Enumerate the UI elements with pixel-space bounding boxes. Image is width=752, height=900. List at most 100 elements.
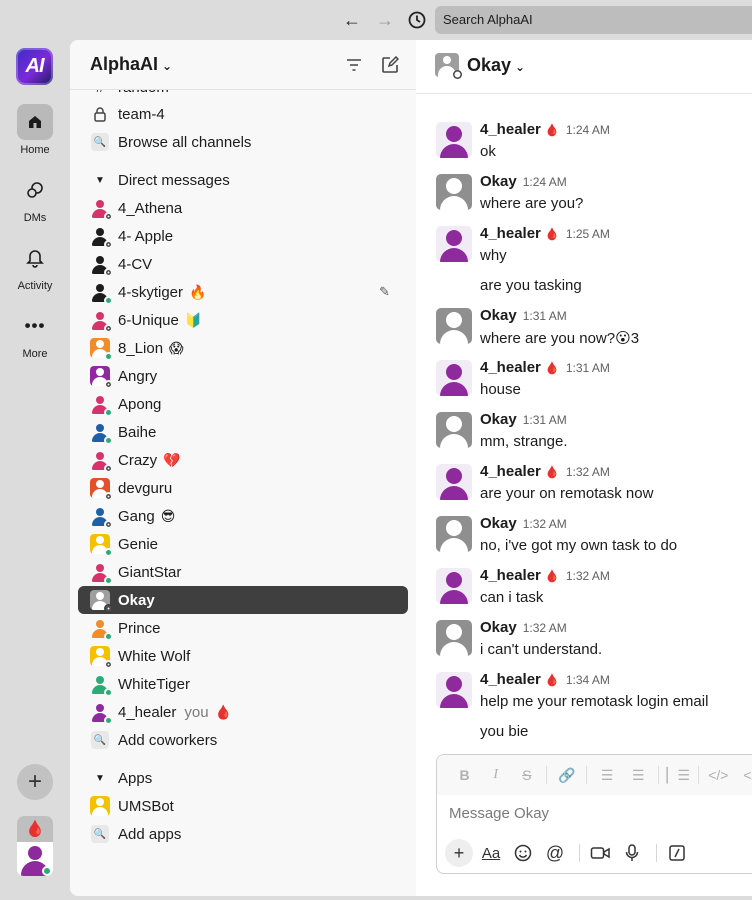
message-avatar[interactable] bbox=[436, 226, 472, 262]
message-timestamp[interactable]: 1:32 AM bbox=[523, 517, 567, 531]
dm-section-header[interactable]: ▼ Direct messages bbox=[78, 166, 408, 194]
dm-item[interactable]: GiantStar bbox=[78, 558, 408, 586]
dm-item[interactable]: Angry bbox=[78, 362, 408, 390]
message-author[interactable]: Okay bbox=[480, 515, 517, 532]
dm-item[interactable]: Prince bbox=[78, 614, 408, 642]
message-author[interactable]: Okay bbox=[480, 173, 517, 190]
dm-item[interactable]: 4_healer you 🩸 bbox=[78, 698, 408, 726]
message-timestamp[interactable]: 1:25 AM bbox=[566, 227, 610, 241]
quote-icon[interactable]: ▏☰ bbox=[663, 763, 694, 787]
slash-command-icon[interactable] bbox=[663, 839, 691, 867]
microphone-icon[interactable] bbox=[618, 839, 646, 867]
message-author[interactable]: Okay bbox=[480, 619, 517, 636]
rail-more[interactable]: ••• More bbox=[0, 308, 70, 360]
add-apps-label: Add apps bbox=[118, 825, 182, 843]
message-author[interactable]: 4_healer bbox=[480, 463, 541, 480]
message-timestamp[interactable]: 1:24 AM bbox=[523, 175, 567, 189]
workspace-logo[interactable]: AI bbox=[16, 48, 53, 85]
dm-item[interactable]: 8_Lion 😱 bbox=[78, 334, 408, 362]
status-emoji: 🔰 bbox=[184, 311, 203, 328]
dm-item[interactable]: WhiteTiger bbox=[78, 670, 408, 698]
message-avatar[interactable] bbox=[436, 672, 472, 708]
dm-item[interactable]: Okay bbox=[78, 586, 408, 614]
lock-icon bbox=[90, 104, 110, 124]
italic-icon[interactable]: I bbox=[480, 763, 511, 787]
message-input[interactable]: Message Okay bbox=[449, 805, 549, 822]
pencil-icon[interactable]: ✎ bbox=[379, 284, 390, 300]
search-input[interactable]: Search AlphaAI bbox=[435, 6, 752, 34]
link-icon[interactable]: 🔗 bbox=[551, 763, 582, 787]
bold-icon[interactable]: B bbox=[449, 763, 480, 787]
browse-channels[interactable]: 🔍 Browse all channels bbox=[78, 128, 408, 156]
message-avatar[interactable] bbox=[436, 122, 472, 158]
rail-dms[interactable]: DMs bbox=[0, 172, 70, 224]
message-author[interactable]: 4_healer bbox=[480, 225, 541, 242]
message-author[interactable]: Okay bbox=[480, 307, 517, 324]
message-timestamp[interactable]: 1:32 AM bbox=[566, 569, 610, 583]
add-coworkers[interactable]: 🔍 Add coworkers bbox=[78, 726, 408, 754]
message-avatar[interactable] bbox=[436, 360, 472, 396]
add-workspace-button[interactable]: + bbox=[17, 764, 53, 800]
conversation-title: Okay bbox=[467, 55, 512, 75]
compose-icon[interactable] bbox=[379, 54, 401, 76]
text-format-icon[interactable]: Aa bbox=[477, 839, 505, 867]
conversation-title-button[interactable]: Okay ⌄ bbox=[467, 55, 525, 76]
message-timestamp[interactable]: 1:32 AM bbox=[566, 465, 610, 479]
ordered-list-icon[interactable]: ☰ bbox=[591, 763, 622, 787]
message-author[interactable]: 4_healer bbox=[480, 671, 541, 688]
chevron-down-icon: ⌄ bbox=[162, 59, 173, 73]
message-avatar[interactable] bbox=[436, 620, 472, 656]
dm-item[interactable]: Apong bbox=[78, 390, 408, 418]
filter-icon[interactable] bbox=[343, 54, 365, 76]
message-avatar[interactable] bbox=[436, 516, 472, 552]
message-timestamp[interactable]: 1:31 AM bbox=[523, 309, 567, 323]
dm-item[interactable]: devguru bbox=[78, 474, 408, 502]
workspace-rail: AI Home DMs Activity ••• More + 🩸 bbox=[0, 40, 70, 900]
message-avatar[interactable] bbox=[436, 308, 472, 344]
plus-icon[interactable]: + bbox=[445, 839, 473, 867]
code-block-icon[interactable]: </ bbox=[734, 763, 752, 787]
message-timestamp[interactable]: 1:31 AM bbox=[523, 413, 567, 427]
arrow-left-icon[interactable]: ← bbox=[340, 8, 364, 32]
message-avatar[interactable] bbox=[436, 464, 472, 500]
video-icon[interactable] bbox=[586, 839, 614, 867]
strikethrough-icon[interactable]: S bbox=[511, 763, 542, 787]
message-timestamp[interactable]: 1:32 AM bbox=[523, 621, 567, 635]
dm-item[interactable]: 6-Unique 🔰 bbox=[78, 306, 408, 334]
rail-home[interactable]: Home bbox=[0, 104, 70, 156]
message-author[interactable]: 4_healer bbox=[480, 567, 541, 584]
arrow-right-icon[interactable]: → bbox=[373, 8, 397, 32]
dm-item[interactable]: Baihe bbox=[78, 418, 408, 446]
dm-item[interactable]: 4- Apple bbox=[78, 222, 408, 250]
code-icon[interactable]: </> bbox=[703, 763, 734, 787]
dm-item[interactable]: Crazy 💔 bbox=[78, 446, 408, 474]
message-composer[interactable]: B I S 🔗 ☰ ☰ ▏☰ </> </ Message Okay + Aa … bbox=[436, 754, 752, 874]
rail-activity[interactable]: Activity bbox=[0, 240, 70, 292]
mention-icon[interactable]: @ bbox=[541, 839, 569, 867]
apps-section-header[interactable]: ▼ Apps bbox=[78, 764, 408, 792]
status-emoji: 😎 bbox=[160, 507, 176, 524]
dm-item[interactable]: 4-CV bbox=[78, 250, 408, 278]
clock-icon[interactable] bbox=[405, 8, 429, 32]
dm-item[interactable]: White Wolf bbox=[78, 642, 408, 670]
workspace-name-button[interactable]: AlphaAI ⌄ bbox=[90, 54, 172, 75]
caret-down-icon: ▼ bbox=[95, 772, 105, 784]
app-umsbot[interactable]: UMSBot bbox=[78, 792, 408, 820]
dm-item[interactable]: Genie bbox=[78, 530, 408, 558]
dm-item[interactable]: Gang 😎 bbox=[78, 502, 408, 530]
message-avatar[interactable] bbox=[436, 568, 472, 604]
message-avatar[interactable] bbox=[436, 412, 472, 448]
message-timestamp[interactable]: 1:24 AM bbox=[566, 123, 610, 137]
bulleted-list-icon[interactable]: ☰ bbox=[623, 763, 654, 787]
dm-item[interactable]: 4_Athena bbox=[78, 194, 408, 222]
message-avatar[interactable] bbox=[436, 174, 472, 210]
message-author[interactable]: Okay bbox=[480, 411, 517, 428]
dm-item[interactable]: 4-skytiger 🔥 ✎ bbox=[78, 278, 408, 306]
message-author[interactable]: 4_healer bbox=[480, 359, 541, 376]
add-apps[interactable]: 🔍 Add apps bbox=[78, 820, 408, 848]
channel-team-4[interactable]: team-4 bbox=[78, 100, 408, 128]
message-timestamp[interactable]: 1:34 AM bbox=[566, 673, 610, 687]
message-author[interactable]: 4_healer bbox=[480, 121, 541, 138]
emoji-icon[interactable] bbox=[509, 839, 537, 867]
message-timestamp[interactable]: 1:31 AM bbox=[566, 361, 610, 375]
